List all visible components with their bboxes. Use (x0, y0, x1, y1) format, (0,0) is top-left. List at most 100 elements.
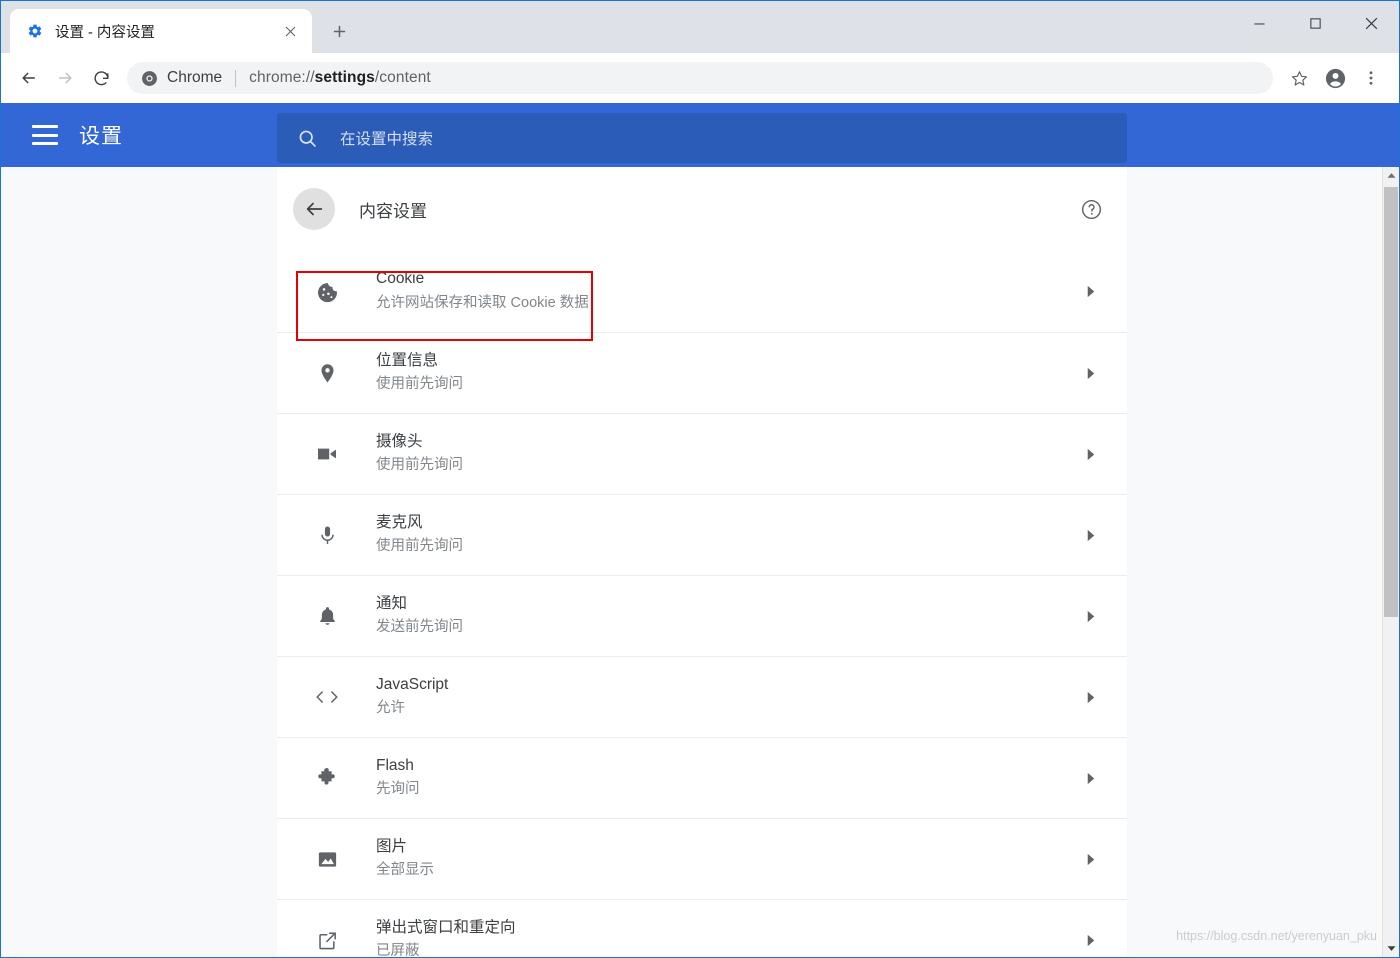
list-item[interactable]: 图片 全部显示 (277, 818, 1127, 899)
browser-toolbar: Chrome chrome://settings/content (1, 53, 1399, 103)
url-path: /content (374, 69, 431, 86)
caret-down-icon[interactable] (1383, 940, 1399, 957)
omnibox-divider (235, 69, 237, 87)
account-circle-icon (1325, 68, 1345, 88)
profile-button[interactable] (1317, 60, 1353, 96)
tab-title: 设置 - 内容设置 (55, 24, 155, 41)
maximize-icon (1309, 17, 1321, 29)
bell-icon (314, 603, 340, 629)
url-text: chrome://settings/content (249, 69, 431, 87)
star-icon (1291, 70, 1307, 86)
chevron-right-icon[interactable] (1084, 529, 1097, 542)
caret-up-icon[interactable] (1383, 167, 1399, 184)
card-header: 内容设置 (277, 167, 1127, 251)
settings-app-header: 设置 在设置中搜索 (1, 103, 1399, 167)
list-item-title: 通知 (376, 594, 408, 612)
image-icon (314, 846, 340, 872)
back-button[interactable] (11, 60, 47, 96)
puzzle-piece-icon (314, 765, 340, 791)
list-item-text: JavaScript 允许 (376, 674, 1084, 720)
list-item[interactable]: 摄像头 使用前先询问 (277, 413, 1127, 494)
forward-button[interactable] (47, 60, 83, 96)
arrow-right-icon (59, 72, 72, 84)
list-item-text: Cookie 允许网站保存和读取 Cookie 数据 (376, 268, 1084, 314)
content-settings-list: Cookie 允许网站保存和读取 Cookie 数据 位置信息 使用前先询问 摄… (277, 251, 1127, 957)
reload-button[interactable] (83, 60, 119, 96)
list-item-title: 图片 (376, 837, 408, 855)
settings-search-box[interactable]: 在设置中搜索 (277, 113, 1127, 163)
popup-window-icon (314, 927, 340, 953)
settings-page-body: 内容设置 Cookie 允许网站保存和读取 Cookie 数据 位置信息 使用前… (1, 167, 1399, 957)
reload-icon (94, 70, 109, 85)
page-scrollbar[interactable] (1382, 167, 1399, 957)
list-item[interactable]: 位置信息 使用前先询问 (277, 332, 1127, 413)
list-item-text: 位置信息 使用前先询问 (376, 350, 1084, 396)
chevron-right-icon[interactable] (1084, 610, 1097, 623)
chevron-right-icon[interactable] (1084, 691, 1097, 704)
list-item-subtitle: 全部显示 (376, 862, 434, 879)
bookmark-button[interactable] (1281, 60, 1317, 96)
maximize-button[interactable] (1287, 1, 1343, 45)
chevron-right-icon[interactable] (1084, 448, 1097, 461)
list-item-text: 弹出式窗口和重定向 已屏蔽 (376, 917, 1084, 957)
list-item-text: 摄像头 使用前先询问 (376, 431, 1084, 477)
list-item-subtitle: 使用前先询问 (376, 376, 463, 393)
list-item-subtitle: 使用前先询问 (376, 538, 463, 555)
settings-search-placeholder: 在设置中搜索 (340, 131, 434, 148)
three-dot-menu-icon (1369, 71, 1373, 85)
list-item-title: Flash (376, 756, 414, 774)
minimize-icon (1253, 22, 1265, 24)
chevron-right-icon[interactable] (1084, 285, 1097, 298)
list-item-title: Cookie (376, 270, 425, 288)
list-item-text: 麦克风 使用前先询问 (376, 512, 1084, 558)
back-to-settings-button[interactable] (293, 188, 335, 230)
list-item-title: 摄像头 (376, 432, 423, 450)
arrow-left-icon (306, 202, 323, 216)
chrome-label: Chrome (167, 69, 223, 86)
gear-icon (26, 22, 44, 40)
browser-tab[interactable]: 设置 - 内容设置 (10, 9, 312, 53)
url-host: settings (314, 69, 375, 86)
close-icon (1365, 17, 1377, 29)
list-item-subtitle: 允许网站保存和读取 Cookie 数据 (376, 294, 589, 311)
chevron-right-icon[interactable] (1084, 772, 1097, 785)
chevron-right-icon[interactable] (1084, 853, 1097, 866)
list-item-subtitle: 使用前先询问 (376, 457, 463, 474)
cookie-icon (314, 279, 340, 305)
hamburger-menu-icon[interactable] (32, 125, 58, 145)
chevron-right-icon[interactable] (1084, 934, 1097, 947)
scrollbar-thumb[interactable] (1384, 187, 1398, 617)
list-item-title: 位置信息 (376, 351, 439, 369)
help-circle-icon[interactable] (1080, 198, 1103, 221)
chrome-logo-icon (142, 70, 157, 86)
list-item-text: Flash 先询问 (376, 755, 1084, 801)
location-pin-icon (314, 360, 340, 386)
code-brackets-icon (314, 684, 340, 710)
minimize-button[interactable] (1231, 1, 1287, 45)
list-item-subtitle: 允许 (376, 700, 405, 717)
list-item[interactable]: 通知 发送前先询问 (277, 575, 1127, 656)
close-window-button[interactable] (1343, 1, 1399, 45)
list-item[interactable]: 弹出式窗口和重定向 已屏蔽 (277, 899, 1127, 957)
list-item-text: 图片 全部显示 (376, 836, 1084, 882)
chrome-menu-button[interactable] (1353, 60, 1389, 96)
chevron-right-icon[interactable] (1084, 367, 1097, 380)
plus-icon (333, 25, 345, 37)
list-item[interactable]: JavaScript 允许 (277, 656, 1127, 737)
list-item[interactable]: 麦克风 使用前先询问 (277, 494, 1127, 575)
window-controls (1231, 1, 1399, 45)
arrow-left-icon (22, 72, 35, 84)
list-item-subtitle: 先询问 (376, 781, 420, 798)
list-item[interactable]: Cookie 允许网站保存和读取 Cookie 数据 (277, 251, 1127, 332)
tab-close-button[interactable] (278, 19, 302, 43)
watermark-text: https://blog.csdn.net/yerenyuan_pku (1176, 929, 1377, 943)
list-item[interactable]: Flash 先询问 (277, 737, 1127, 818)
address-bar[interactable]: Chrome chrome://settings/content (127, 62, 1273, 94)
new-tab-button[interactable] (324, 16, 354, 46)
list-item-text: 通知 发送前先询问 (376, 593, 1084, 639)
settings-title: 设置 (79, 125, 123, 148)
list-item-subtitle: 已屏蔽 (376, 943, 420, 957)
url-scheme: chrome:// (249, 69, 315, 86)
list-item-title: JavaScript (376, 675, 449, 693)
video-camera-icon (314, 441, 340, 467)
